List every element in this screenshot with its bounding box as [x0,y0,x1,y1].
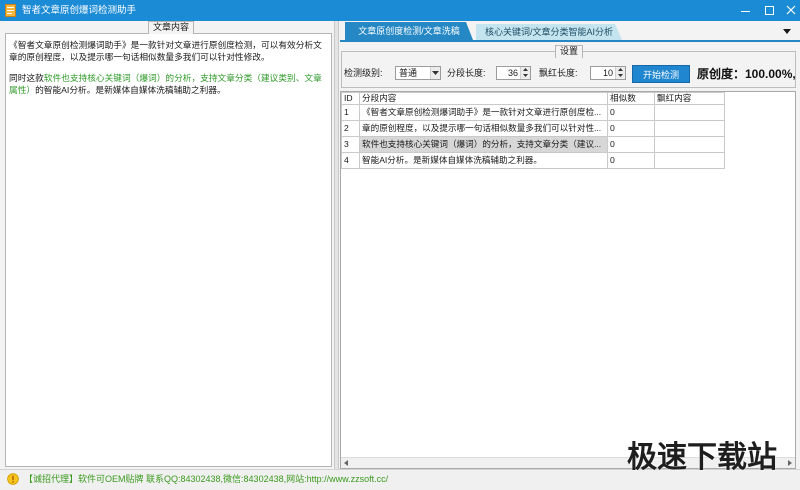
originality-result: 原创度：100.00%, [697,67,796,81]
row-id[interactable]: 2 [341,120,360,137]
row-content[interactable]: 《智者文章原创检测爆词助手》是一款针对文章进行原创度检... [359,104,608,121]
red-length-stepper[interactable]: 10 [590,66,626,80]
row-red-content[interactable] [654,152,725,169]
detection-level-value: 普通 [399,68,418,78]
dropdown-button[interactable] [430,67,440,79]
arrow-up-icon[interactable] [523,68,528,71]
paragraph-text: 的智能AI分析。是新媒体自媒体洗稿辅助之利器。 [35,85,226,95]
article-content-label: 文章内容 [148,21,195,34]
app-icon [5,4,16,17]
article-paragraph-2: 同时这款软件也支持核心关键词（爆词）的分析，支持文章分类（建议类别、文章属性）的… [9,72,328,96]
article-paragraph-1: 《智者文章原创检测爆词助手》是一款针对文章进行原创度检测，可以有效分析文章的原创… [9,40,322,62]
maximize-icon [765,6,774,15]
row-red-content[interactable] [654,136,725,153]
tab-originality-check[interactable]: 文章原创度检测/文章洗稿 [345,22,473,40]
chevron-down-icon [432,71,439,75]
table-row-selected[interactable]: 3 软件也支持核心关键词（爆词）的分析，支持文章分类（建议... 0 [341,136,725,153]
window-title: 智者文章原创爆词检测助手 [22,5,137,16]
column-header-similar[interactable]: 相似数 [607,92,655,105]
table-row[interactable]: 4 智能AI分析。是新媒体自媒体洗稿辅助之利器。 0 [341,152,725,169]
row-content[interactable]: 智能AI分析。是新媒体自媒体洗稿辅助之利器。 [359,152,608,169]
article-text-area[interactable]: 《智者文章原创检测爆词助手》是一款针对文章进行原创度检测，可以有效分析文章的原创… [5,33,332,467]
row-content[interactable]: 章的原创程度，以及提示哪一句话相似数量多我们可以针对性... [359,120,608,137]
arrow-up-icon[interactable] [618,68,623,71]
table-row[interactable]: 1 《智者文章原创检测爆词助手》是一款针对文章进行原创度检... 0 [341,104,725,121]
row-content[interactable]: 软件也支持核心关键词（爆词）的分析，支持文章分类（建议... [359,136,608,153]
column-header-id[interactable]: ID [341,92,360,105]
tab-underline [340,40,800,42]
row-similar-count[interactable]: 0 [607,120,655,137]
row-similar-count[interactable]: 0 [607,152,655,169]
watermark-logo: 极速下载站 [627,441,777,474]
row-id[interactable]: 3 [341,136,360,153]
scroll-left-icon[interactable] [344,460,348,466]
row-similar-count[interactable]: 0 [607,136,655,153]
warning-icon [7,473,19,485]
arrow-down-icon[interactable] [523,74,528,77]
close-icon [786,5,796,15]
row-similar-count[interactable]: 0 [607,104,655,121]
segment-length-stepper[interactable]: 36 [496,66,531,80]
red-length-label: 飘红长度: [539,68,578,78]
title-bar: 智者文章原创爆词检测助手 [0,0,800,21]
minimize-icon [741,11,750,12]
start-detection-button[interactable]: 开始检测 [632,65,690,83]
detection-level-select[interactable]: 普通 [395,66,441,80]
table-header: ID 分段内容 相似数 飘红内容 [341,92,725,105]
minimize-button[interactable] [737,3,753,18]
chevron-down-icon[interactable] [783,29,791,35]
tab-keyword-analysis[interactable]: 核心关键词/文章分类智能AI分析 [476,24,622,40]
stepper-arrows[interactable] [520,67,530,79]
arrow-down-icon[interactable] [618,74,623,77]
row-id[interactable]: 1 [341,104,360,121]
red-length-value: 10 [602,68,613,78]
detection-level-label: 检测级别: [344,68,383,78]
segment-table[interactable]: ID 分段内容 相似数 飘红内容 1 《智者文章原创检测爆词助手》是一款针对文章… [340,91,796,469]
table-row[interactable]: 2 章的原创程度，以及提示哪一句话相似数量多我们可以针对性... 0 [341,120,725,137]
scroll-right-icon[interactable] [788,460,792,466]
row-red-content[interactable] [654,120,725,137]
segment-length-label: 分段长度: [447,68,486,78]
column-header-content[interactable]: 分段内容 [359,92,608,105]
stepper-arrows[interactable] [615,67,625,79]
row-red-content[interactable] [654,104,725,121]
column-header-red[interactable]: 飘红内容 [654,92,725,105]
paragraph-text: 同时这款 [9,73,44,83]
close-button[interactable] [783,3,799,18]
settings-label: 设置 [555,45,584,58]
panel-splitter[interactable] [334,21,339,469]
segment-length-value: 36 [507,68,518,78]
app-window: 智者文章原创爆词检测助手 《智者文章原创检测爆词助手》是一款针对文章进行原创度检… [0,0,800,490]
row-id[interactable]: 4 [341,152,360,169]
status-text[interactable]: 【诚招代理】软件可OEM贴牌 联系QQ:84302438,微信:84302438… [24,474,388,485]
maximize-button[interactable] [761,3,777,18]
